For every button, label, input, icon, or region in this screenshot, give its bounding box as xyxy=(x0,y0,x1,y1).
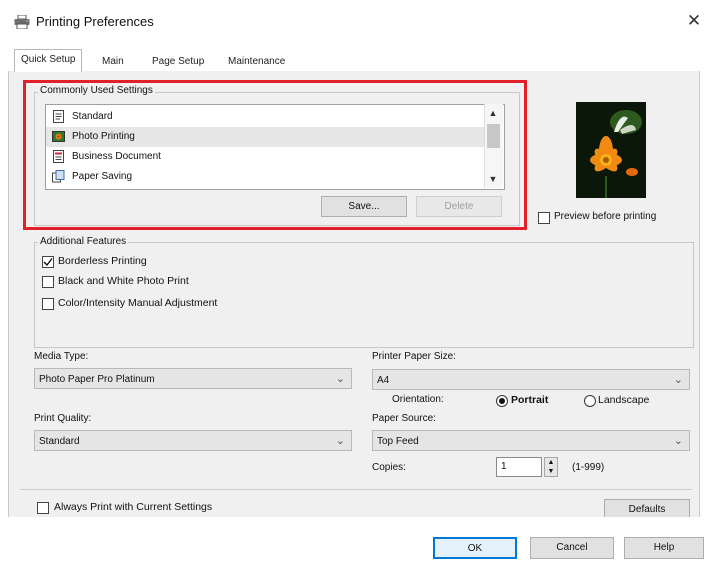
paper-size-value: A4 xyxy=(377,375,390,386)
preview-checkbox[interactable] xyxy=(538,212,550,224)
help-button[interactable]: Help xyxy=(624,537,704,559)
paper-size-dropdown[interactable]: A4 ⌄ xyxy=(372,369,690,390)
black-white-photo-checkbox[interactable] xyxy=(42,276,54,288)
orientation-label: Orientation: xyxy=(392,394,444,405)
radio-selected-dot xyxy=(499,398,505,404)
tab-maintenance[interactable]: Maintenance xyxy=(222,52,291,71)
copies-label: Copies: xyxy=(372,462,406,473)
additional-features-label: Additional Features xyxy=(38,236,129,247)
media-type-value: Photo Paper Pro Platinum xyxy=(39,374,155,385)
ok-button[interactable]: OK xyxy=(433,537,517,559)
print-quality-label: Print Quality: xyxy=(34,413,92,424)
chevron-down-icon: ⌄ xyxy=(335,435,345,447)
tab-page-setup[interactable]: Page Setup xyxy=(146,52,210,71)
tab-quick-setup[interactable]: Quick Setup xyxy=(14,49,83,72)
tab-main[interactable]: Main xyxy=(96,52,130,71)
paper-source-value: Top Feed xyxy=(377,436,419,447)
black-white-photo-label: Black and White Photo Print xyxy=(58,275,189,287)
borderless-label: Borderless Printing xyxy=(58,255,147,267)
cancel-button[interactable]: Cancel xyxy=(530,537,614,559)
paper-size-label: Printer Paper Size: xyxy=(372,351,456,362)
media-type-label: Media Type: xyxy=(34,351,89,362)
divider xyxy=(20,489,692,490)
color-intensity-checkbox[interactable] xyxy=(42,298,54,310)
always-print-checkbox[interactable] xyxy=(37,502,49,514)
chevron-down-icon: ⌄ xyxy=(673,374,683,386)
chevron-down-icon: ⌄ xyxy=(335,373,345,385)
print-quality-dropdown[interactable]: Standard ⌄ xyxy=(34,430,352,451)
copies-input[interactable]: 1 xyxy=(496,457,542,477)
copies-stepper[interactable]: ▲ ▼ xyxy=(544,457,558,477)
portrait-label: Portrait xyxy=(511,394,549,406)
printer-icon xyxy=(14,14,30,30)
print-quality-value: Standard xyxy=(39,436,80,447)
always-print-label: Always Print with Current Settings xyxy=(54,501,213,513)
close-button[interactable]: ✕ xyxy=(686,12,702,30)
window-title: Printing Preferences xyxy=(36,14,154,29)
highlight-box xyxy=(23,80,527,230)
color-intensity-label: Color/Intensity Manual Adjustment xyxy=(58,297,218,309)
preview-checkbox-label: Preview before printing xyxy=(554,211,657,222)
media-type-dropdown[interactable]: Photo Paper Pro Platinum ⌄ xyxy=(34,368,352,389)
chevron-down-icon: ⌄ xyxy=(673,435,683,447)
checkmark-icon xyxy=(43,258,53,267)
landscape-radio[interactable] xyxy=(584,395,596,407)
landscape-label: Landscape xyxy=(598,394,650,406)
borderless-checkbox[interactable] xyxy=(42,256,54,268)
paper-source-dropdown[interactable]: Top Feed ⌄ xyxy=(372,430,690,451)
preview-image xyxy=(576,102,646,198)
paper-source-label: Paper Source: xyxy=(372,413,436,424)
copies-range-label: (1-999) xyxy=(572,462,605,473)
